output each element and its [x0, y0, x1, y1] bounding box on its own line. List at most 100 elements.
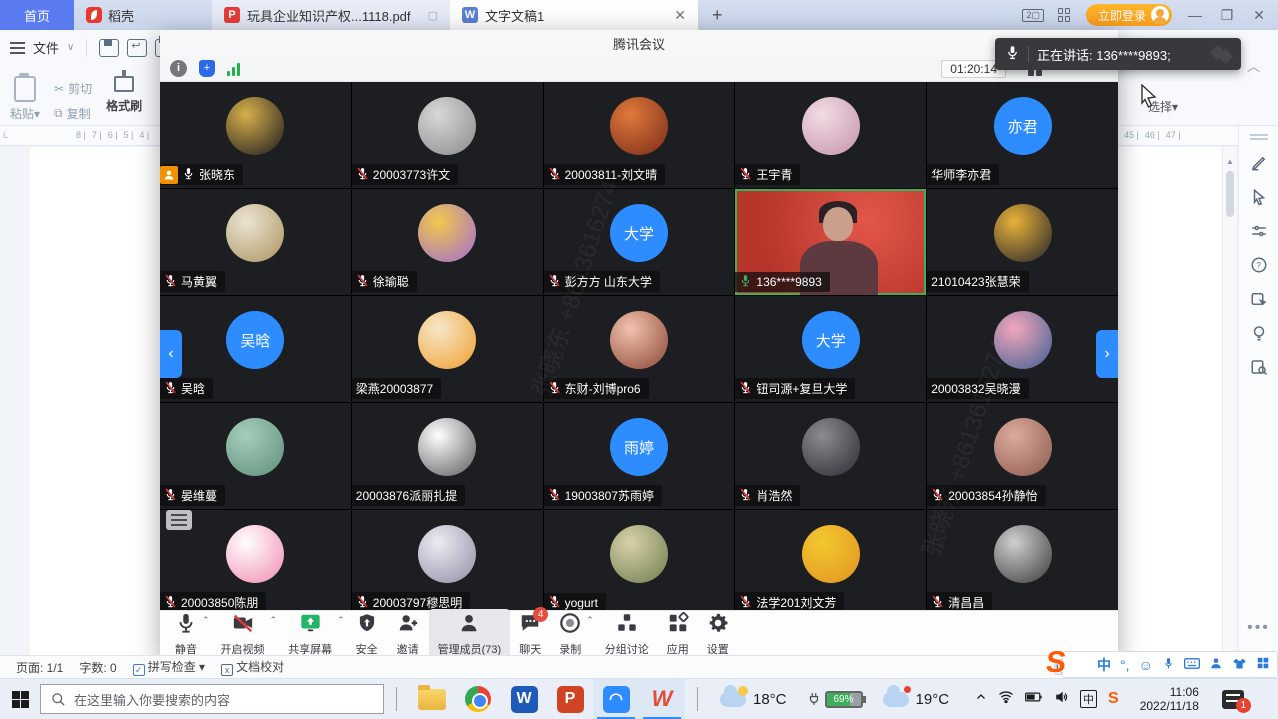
- meeting-info-icon[interactable]: i: [170, 60, 187, 77]
- minimize-button[interactable]: —: [1186, 7, 1204, 23]
- participant-tile[interactable]: 20003854孙静怡: [927, 403, 1118, 509]
- next-page-arrow[interactable]: ›: [1096, 330, 1118, 378]
- sliders-icon[interactable]: [1249, 222, 1269, 242]
- format-painter-button[interactable]: 格式刷: [106, 76, 142, 122]
- ime-keyboard-icon[interactable]: [1184, 657, 1200, 673]
- scroll-up-icon[interactable]: ▲: [1226, 157, 1234, 166]
- taskbar-chrome[interactable]: [455, 679, 501, 719]
- participant-tile[interactable]: 20003773许文: [352, 82, 543, 188]
- participant-tile[interactable]: 21010423张慧荣: [927, 189, 1118, 295]
- camera-off-button[interactable]: 开启视频: [212, 609, 274, 660]
- pen-icon[interactable]: [1249, 154, 1269, 174]
- breakout-button[interactable]: 分组讨论: [596, 609, 658, 660]
- participant-tile[interactable]: 大学 钮司源+复旦大学: [735, 296, 926, 402]
- copy-button[interactable]: ⧉ 复制: [54, 105, 92, 122]
- cursor-tool-icon[interactable]: [1249, 188, 1269, 208]
- mic-button[interactable]: 静音: [166, 609, 206, 660]
- ime-chinese-icon[interactable]: 中: [1097, 655, 1111, 675]
- record-button[interactable]: 录制: [550, 609, 590, 660]
- apps-button[interactable]: 应用: [658, 609, 698, 660]
- proofread-button[interactable]: x文档校对: [221, 658, 284, 676]
- participant-tile[interactable]: 晏维蔓: [160, 403, 351, 509]
- tab-pdf-document[interactable]: P 玩具企业知识产权...1118.pdf ▢: [212, 0, 450, 30]
- document-page[interactable]: [30, 147, 160, 655]
- chat-button[interactable]: 聊天4: [510, 609, 550, 660]
- tray-expand-icon[interactable]: [975, 690, 987, 708]
- tab-text-document[interactable]: W 文字文稿1 ✕: [450, 0, 698, 30]
- meeting-title-bar[interactable]: 腾讯会议 ✕: [160, 30, 1118, 56]
- participant-video-tile[interactable]: 136****9893: [735, 189, 926, 295]
- taskbar-powerpoint[interactable]: P: [547, 679, 593, 719]
- weather-widget-left[interactable]: 18°C: [720, 691, 787, 708]
- participant-tile[interactable]: 20003876派丽扎提: [352, 403, 543, 509]
- help-icon[interactable]: ?: [1249, 256, 1269, 276]
- participant-tile[interactable]: 20003797穆思明: [352, 510, 543, 610]
- close-button[interactable]: ✕: [1250, 7, 1268, 24]
- participant-tile[interactable]: 亦君华师李亦君: [927, 82, 1118, 188]
- scrollbar-handle[interactable]: [1226, 171, 1234, 217]
- ime-toolbox-icon[interactable]: [1256, 656, 1270, 673]
- tray-sogou-icon[interactable]: S: [1108, 690, 1119, 708]
- book-search-icon[interactable]: [1249, 358, 1269, 378]
- cut-button[interactable]: ✂ 剪切: [54, 80, 92, 97]
- shield-button[interactable]: 安全: [347, 609, 387, 660]
- taskbar-wps[interactable]: W: [639, 679, 685, 719]
- notification-center-icon[interactable]: 1: [1222, 690, 1244, 709]
- panel-handle-icon[interactable]: [1250, 134, 1268, 140]
- participant-tile[interactable]: 雨婷 19003807苏雨婷: [544, 403, 735, 509]
- login-button[interactable]: 立即登录: [1086, 4, 1172, 26]
- participant-tile[interactable]: 马黄翼: [160, 189, 351, 295]
- spellcheck-toggle[interactable]: ✓拼写检查 ▾: [133, 658, 205, 676]
- participant-tile[interactable]: 徐瑜聪: [352, 189, 543, 295]
- tab-pin-icon[interactable]: ▢: [428, 9, 438, 22]
- taskbar-file-explorer[interactable]: [409, 679, 455, 719]
- save-icon[interactable]: [99, 39, 119, 57]
- more-options-icon[interactable]: •••: [1239, 619, 1278, 637]
- ime-user-icon[interactable]: [1209, 656, 1223, 673]
- menu-icon[interactable]: [10, 39, 25, 57]
- battery-widget[interactable]: 69%: [807, 691, 863, 708]
- share-screen-button[interactable]: 共享屏幕: [279, 609, 341, 660]
- network-signal-icon[interactable]: [227, 62, 240, 76]
- weather-widget-right[interactable]: 19°C: [883, 691, 950, 708]
- tab-count-icon[interactable]: 2▢: [1022, 9, 1044, 22]
- taskbar-tencent-meeting[interactable]: ◠: [593, 679, 639, 719]
- participant-tile[interactable]: 王宇青: [735, 82, 926, 188]
- participant-tile[interactable]: 20003811-刘文晴: [544, 82, 735, 188]
- tab-home[interactable]: 首页: [0, 0, 74, 30]
- participant-tile[interactable]: 法学201刘文芳: [735, 510, 926, 610]
- workspace-grid-icon[interactable]: [1058, 8, 1072, 22]
- wifi-icon[interactable]: [998, 690, 1014, 708]
- participant-tile[interactable]: 东财-刘博pro6: [544, 296, 735, 402]
- ime-emoji-icon[interactable]: ☺: [1139, 657, 1153, 673]
- new-tab-button[interactable]: +: [698, 0, 737, 30]
- participant-tile[interactable]: 肖浩然: [735, 403, 926, 509]
- taskbar-word[interactable]: W: [501, 679, 547, 719]
- participant-tile[interactable]: 清昌昌: [927, 510, 1118, 610]
- ime-skin-icon[interactable]: [1232, 657, 1247, 673]
- sogou-logo-icon[interactable]: S: [1044, 646, 1068, 680]
- participant-tile[interactable]: 大学 彭方方 山东大学: [544, 189, 735, 295]
- ime-punctuation-icon[interactable]: °,: [1120, 657, 1130, 673]
- paste-button[interactable]: 粘贴▾: [10, 76, 40, 122]
- tab-close-icon[interactable]: ✕: [674, 7, 686, 24]
- participant-tile[interactable]: 梁燕20003877: [352, 296, 543, 402]
- ribbon-collapse-icon[interactable]: ︿: [1247, 56, 1260, 75]
- ime-mic-icon[interactable]: [1162, 656, 1175, 674]
- document-page-right[interactable]: [1118, 147, 1222, 655]
- calendar-edit-icon[interactable]: [1249, 290, 1269, 310]
- participant-tile[interactable]: 张晓东: [160, 82, 351, 188]
- invite-button[interactable]: 邀请: [387, 609, 429, 660]
- members-button[interactable]: 管理成员(73): [429, 609, 511, 660]
- start-button[interactable]: [0, 691, 40, 708]
- restore-button[interactable]: ❐: [1218, 7, 1236, 24]
- settings-button[interactable]: 设置: [698, 609, 738, 660]
- volume-icon[interactable]: [1054, 690, 1069, 709]
- meeting-security-icon[interactable]: +: [199, 60, 215, 77]
- tab-docer[interactable]: 稻壳: [74, 0, 164, 30]
- taskbar-clock[interactable]: 11:06 2022/11/18: [1140, 685, 1199, 713]
- tray-battery-icon[interactable]: [1025, 690, 1043, 708]
- participant-tile[interactable]: 20003832吴晓漫: [927, 296, 1118, 402]
- prev-page-arrow[interactable]: ‹: [160, 330, 182, 378]
- grid-pagination-icon[interactable]: [166, 510, 192, 530]
